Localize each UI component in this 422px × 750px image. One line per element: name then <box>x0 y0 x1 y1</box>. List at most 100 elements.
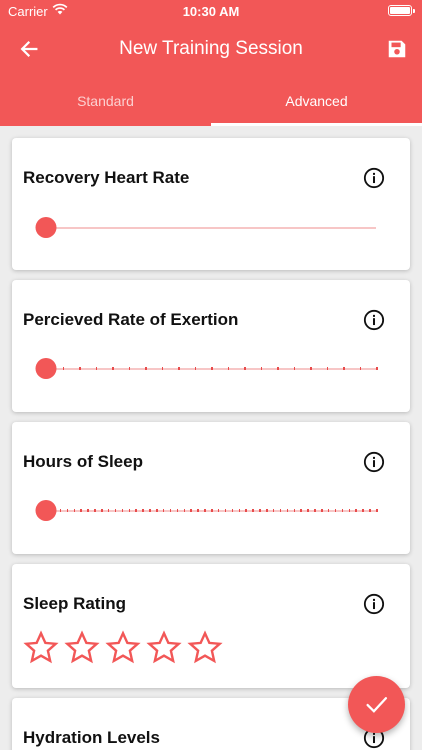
floppy-save-icon[interactable] <box>386 38 408 60</box>
slider-tick <box>359 367 361 370</box>
slider-tick <box>341 509 344 512</box>
slider-tick <box>156 509 158 512</box>
app-header: Carrier 10:30 AM New Training Session St… <box>0 0 422 126</box>
info-icon[interactable] <box>363 593 385 615</box>
slider-tick <box>266 509 268 512</box>
slider-tick <box>369 509 371 512</box>
confirm-fab-button[interactable] <box>348 676 405 733</box>
slider-tick <box>272 509 275 512</box>
slider-tick <box>252 509 254 512</box>
slider-tick <box>300 509 302 512</box>
slider-tick <box>244 367 246 370</box>
slider-tick <box>355 509 357 512</box>
slider-tick <box>224 509 227 512</box>
slider-tick <box>87 509 89 512</box>
slider-tick <box>128 509 130 512</box>
card-hours-of-sleep: Hours of Sleep <box>12 422 410 554</box>
slider-tick <box>231 509 234 512</box>
slider-ticks <box>46 509 378 512</box>
star-icon[interactable] <box>64 630 100 666</box>
star-icon[interactable] <box>146 630 182 666</box>
slider-tick <box>176 509 179 512</box>
slider-thumb[interactable] <box>35 358 57 379</box>
slider-tick <box>211 367 213 370</box>
slider-tick <box>80 509 82 512</box>
slider-tick <box>314 509 316 512</box>
slider-tick <box>145 367 147 370</box>
check-icon <box>366 697 388 713</box>
slider-tick <box>190 509 192 512</box>
star-icon[interactable] <box>105 630 141 666</box>
slider-tick <box>259 509 261 512</box>
slider-tick <box>204 509 206 512</box>
card-title: Hours of Sleep <box>23 452 143 471</box>
slider-tick <box>334 509 337 512</box>
slider-tick <box>142 509 144 512</box>
slider-tick <box>178 367 180 370</box>
slider-tick <box>135 509 137 512</box>
slider-tick <box>169 509 172 512</box>
slider-tick <box>217 509 220 512</box>
slider-tick <box>95 367 97 370</box>
slider-tick <box>245 509 247 512</box>
slider-tick <box>326 367 328 370</box>
slider-tick <box>348 509 350 512</box>
slider-tick <box>162 509 165 512</box>
star-icon[interactable] <box>23 630 59 666</box>
slider-tick <box>293 509 295 512</box>
battery-icon <box>388 5 415 16</box>
status-bar: Carrier 10:30 AM <box>0 0 422 24</box>
slider-thumb[interactable] <box>35 217 57 238</box>
slider-tick <box>73 509 75 512</box>
slider-tick <box>114 509 117 512</box>
slider-tick <box>183 509 185 512</box>
slider-tick <box>310 367 312 370</box>
slider-tick <box>362 509 364 512</box>
slider-tick <box>277 367 279 370</box>
card-title: Hydration Levels <box>23 728 160 747</box>
slider-tick <box>79 367 81 370</box>
page-title: New Training Session <box>119 38 303 59</box>
card-recovery-heart-rate: Recovery Heart Rate <box>12 138 410 270</box>
slider-tick <box>279 509 282 512</box>
card-title: Sleep Rating <box>23 594 126 613</box>
perceived-exertion-slider[interactable] <box>35 358 378 380</box>
slider-tick <box>376 367 378 370</box>
info-icon[interactable] <box>363 451 385 473</box>
tab-bar: Standard Advanced <box>0 78 422 126</box>
slider-tick <box>62 367 64 370</box>
tab-indicator <box>211 123 422 126</box>
tab-advanced[interactable]: Advanced <box>211 78 422 126</box>
arrow-left-icon[interactable] <box>18 38 40 60</box>
card-title: Percieved Rate of Exertion <box>23 310 239 329</box>
card-perceived-exertion: Percieved Rate of Exertion <box>12 280 410 412</box>
slider-tick <box>161 367 163 370</box>
slider-tick <box>121 509 124 512</box>
tab-standard[interactable]: Standard <box>0 78 211 126</box>
slider-tick <box>307 509 309 512</box>
slider-track <box>46 227 376 229</box>
slider-tick <box>94 509 96 512</box>
slider-tick <box>227 367 229 370</box>
slider-tick <box>286 509 289 512</box>
slider-tick <box>197 509 199 512</box>
slider-tick <box>66 509 69 512</box>
info-icon[interactable] <box>363 309 385 331</box>
card-title: Recovery Heart Rate <box>23 168 190 187</box>
slider-tick <box>128 367 130 370</box>
hours-of-sleep-slider[interactable] <box>35 500 378 522</box>
app-bar: New Training Session <box>0 24 422 76</box>
card-sleep-rating: Sleep Rating <box>12 564 410 688</box>
star-icon[interactable] <box>187 630 223 666</box>
slider-tick <box>238 509 240 512</box>
slider-tick <box>149 509 151 512</box>
slider-tick <box>101 509 103 512</box>
slider-tick <box>260 367 262 370</box>
recovery-heart-rate-slider[interactable] <box>35 217 376 239</box>
slider-tick <box>293 367 295 370</box>
slider-thumb[interactable] <box>35 500 57 521</box>
slider-ticks <box>46 367 378 370</box>
slider-tick <box>211 509 213 512</box>
info-icon[interactable] <box>363 167 385 189</box>
status-time: 10:30 AM <box>182 4 240 19</box>
